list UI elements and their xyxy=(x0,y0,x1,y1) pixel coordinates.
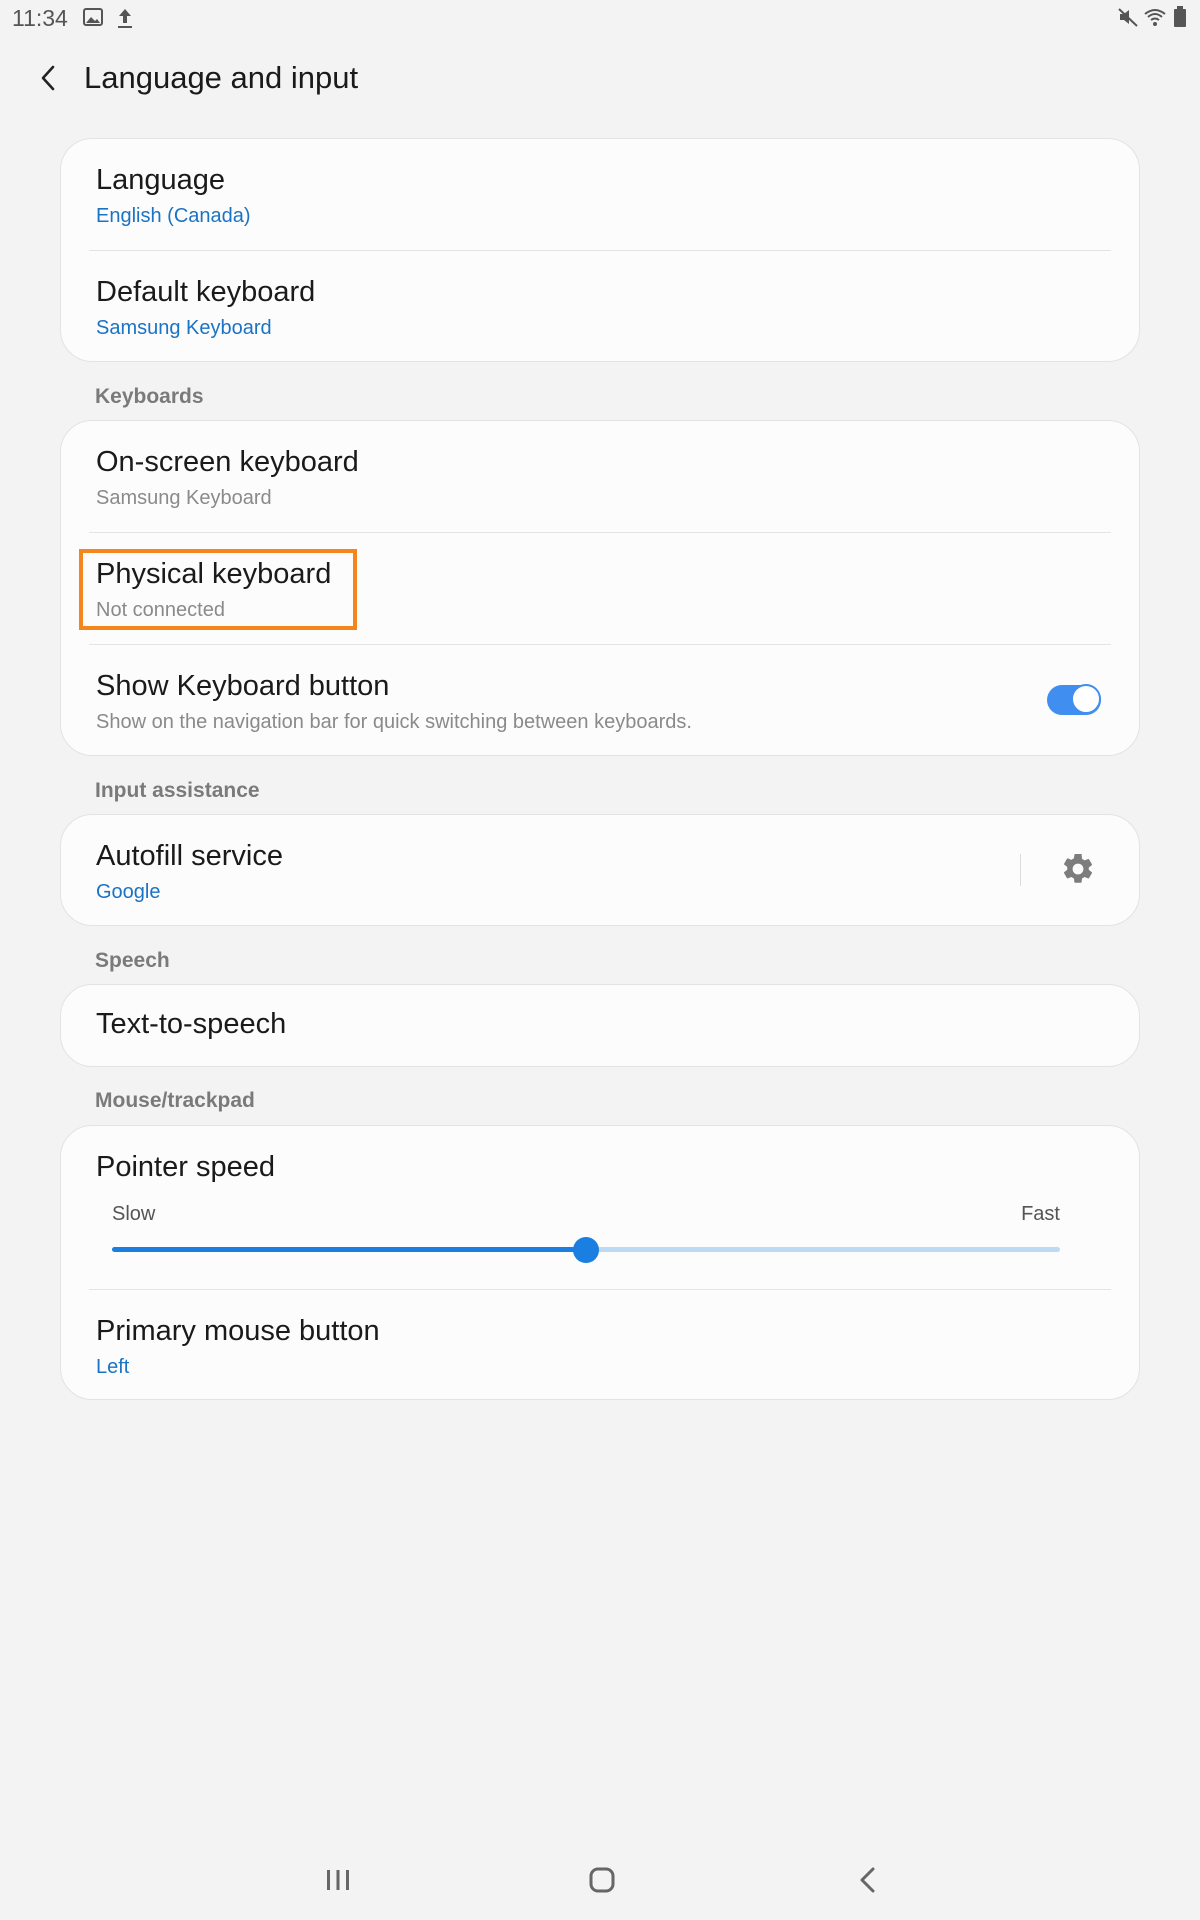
default-keyboard-title: Default keyboard xyxy=(96,276,316,308)
text-to-speech-title: Text-to-speech xyxy=(96,1008,287,1040)
show-keyboard-button-item[interactable]: Show Keyboard button Show on the navigat… xyxy=(89,645,1111,755)
recents-icon xyxy=(318,1870,358,1904)
autofill-settings-button[interactable] xyxy=(1060,851,1096,892)
slider-thumb[interactable] xyxy=(573,1237,599,1263)
pointer-speed-title: Pointer speed xyxy=(96,1151,275,1183)
navigation-bar xyxy=(0,1840,1200,1920)
primary-mouse-button-value: Left xyxy=(96,1356,130,1378)
wifi-icon xyxy=(1143,6,1167,33)
back-icon xyxy=(848,1867,888,1904)
onscreen-keyboard-value: Samsung Keyboard xyxy=(96,487,272,509)
status-bar: 11:34 xyxy=(0,0,1200,40)
status-time: 11:34 xyxy=(12,5,68,31)
default-keyboard-item[interactable]: Default keyboard Samsung Keyboard xyxy=(89,251,1111,361)
highlight-box xyxy=(79,549,357,630)
section-mouse-trackpad: Mouse/trackpad xyxy=(95,1089,255,1112)
general-card: Language English (Canada) Default keyboa… xyxy=(60,138,1140,362)
image-icon xyxy=(82,6,104,33)
back-button[interactable] xyxy=(28,60,68,100)
pointer-speed-item: Pointer speed Slow Fast xyxy=(89,1126,1111,1290)
upload-icon xyxy=(114,6,136,35)
show-keyboard-toggle[interactable] xyxy=(1047,684,1101,715)
gear-icon xyxy=(1060,853,1096,891)
recents-button[interactable] xyxy=(318,1860,358,1905)
battery-icon xyxy=(1174,6,1186,33)
toggle-knob xyxy=(1071,684,1101,714)
primary-mouse-button-title: Primary mouse button xyxy=(96,1315,380,1347)
nav-back-button[interactable] xyxy=(848,1860,888,1905)
text-to-speech-item[interactable]: Text-to-speech xyxy=(89,985,1111,1066)
onscreen-keyboard-title: On-screen keyboard xyxy=(96,446,359,478)
mouse-card: Pointer speed Slow Fast Primary mouse bu… xyxy=(60,1125,1140,1400)
slider-min-label: Slow xyxy=(112,1203,156,1225)
section-keyboards: Keyboards xyxy=(95,385,204,408)
slider-max-label: Fast xyxy=(1021,1203,1060,1225)
primary-mouse-button-item[interactable]: Primary mouse button Left xyxy=(89,1290,1111,1400)
slider-fill xyxy=(112,1247,586,1252)
language-item[interactable]: Language English (Canada) xyxy=(89,139,1111,251)
autofill-service-title: Autofill service xyxy=(96,840,283,872)
onscreen-keyboard-item[interactable]: On-screen keyboard Samsung Keyboard xyxy=(89,421,1111,533)
page-title: Language and input xyxy=(84,60,359,95)
home-button[interactable] xyxy=(582,1860,622,1905)
speech-card: Text-to-speech xyxy=(60,984,1140,1067)
default-keyboard-value: Samsung Keyboard xyxy=(96,317,272,339)
autofill-service-item[interactable]: Autofill service Google xyxy=(89,815,1111,925)
mute-icon xyxy=(1117,6,1139,33)
language-value: English (Canada) xyxy=(96,205,251,227)
section-input-assistance: Input assistance xyxy=(95,779,260,802)
language-title: Language xyxy=(96,164,226,196)
section-speech: Speech xyxy=(95,949,170,972)
show-keyboard-button-desc: Show on the navigation bar for quick swi… xyxy=(96,711,692,733)
vertical-divider xyxy=(1020,854,1021,886)
input-assistance-card: Autofill service Google xyxy=(60,814,1140,926)
show-keyboard-button-title: Show Keyboard button xyxy=(96,670,390,702)
chevron-left-icon xyxy=(38,64,58,97)
autofill-service-value: Google xyxy=(96,881,161,903)
home-icon xyxy=(582,1867,622,1904)
